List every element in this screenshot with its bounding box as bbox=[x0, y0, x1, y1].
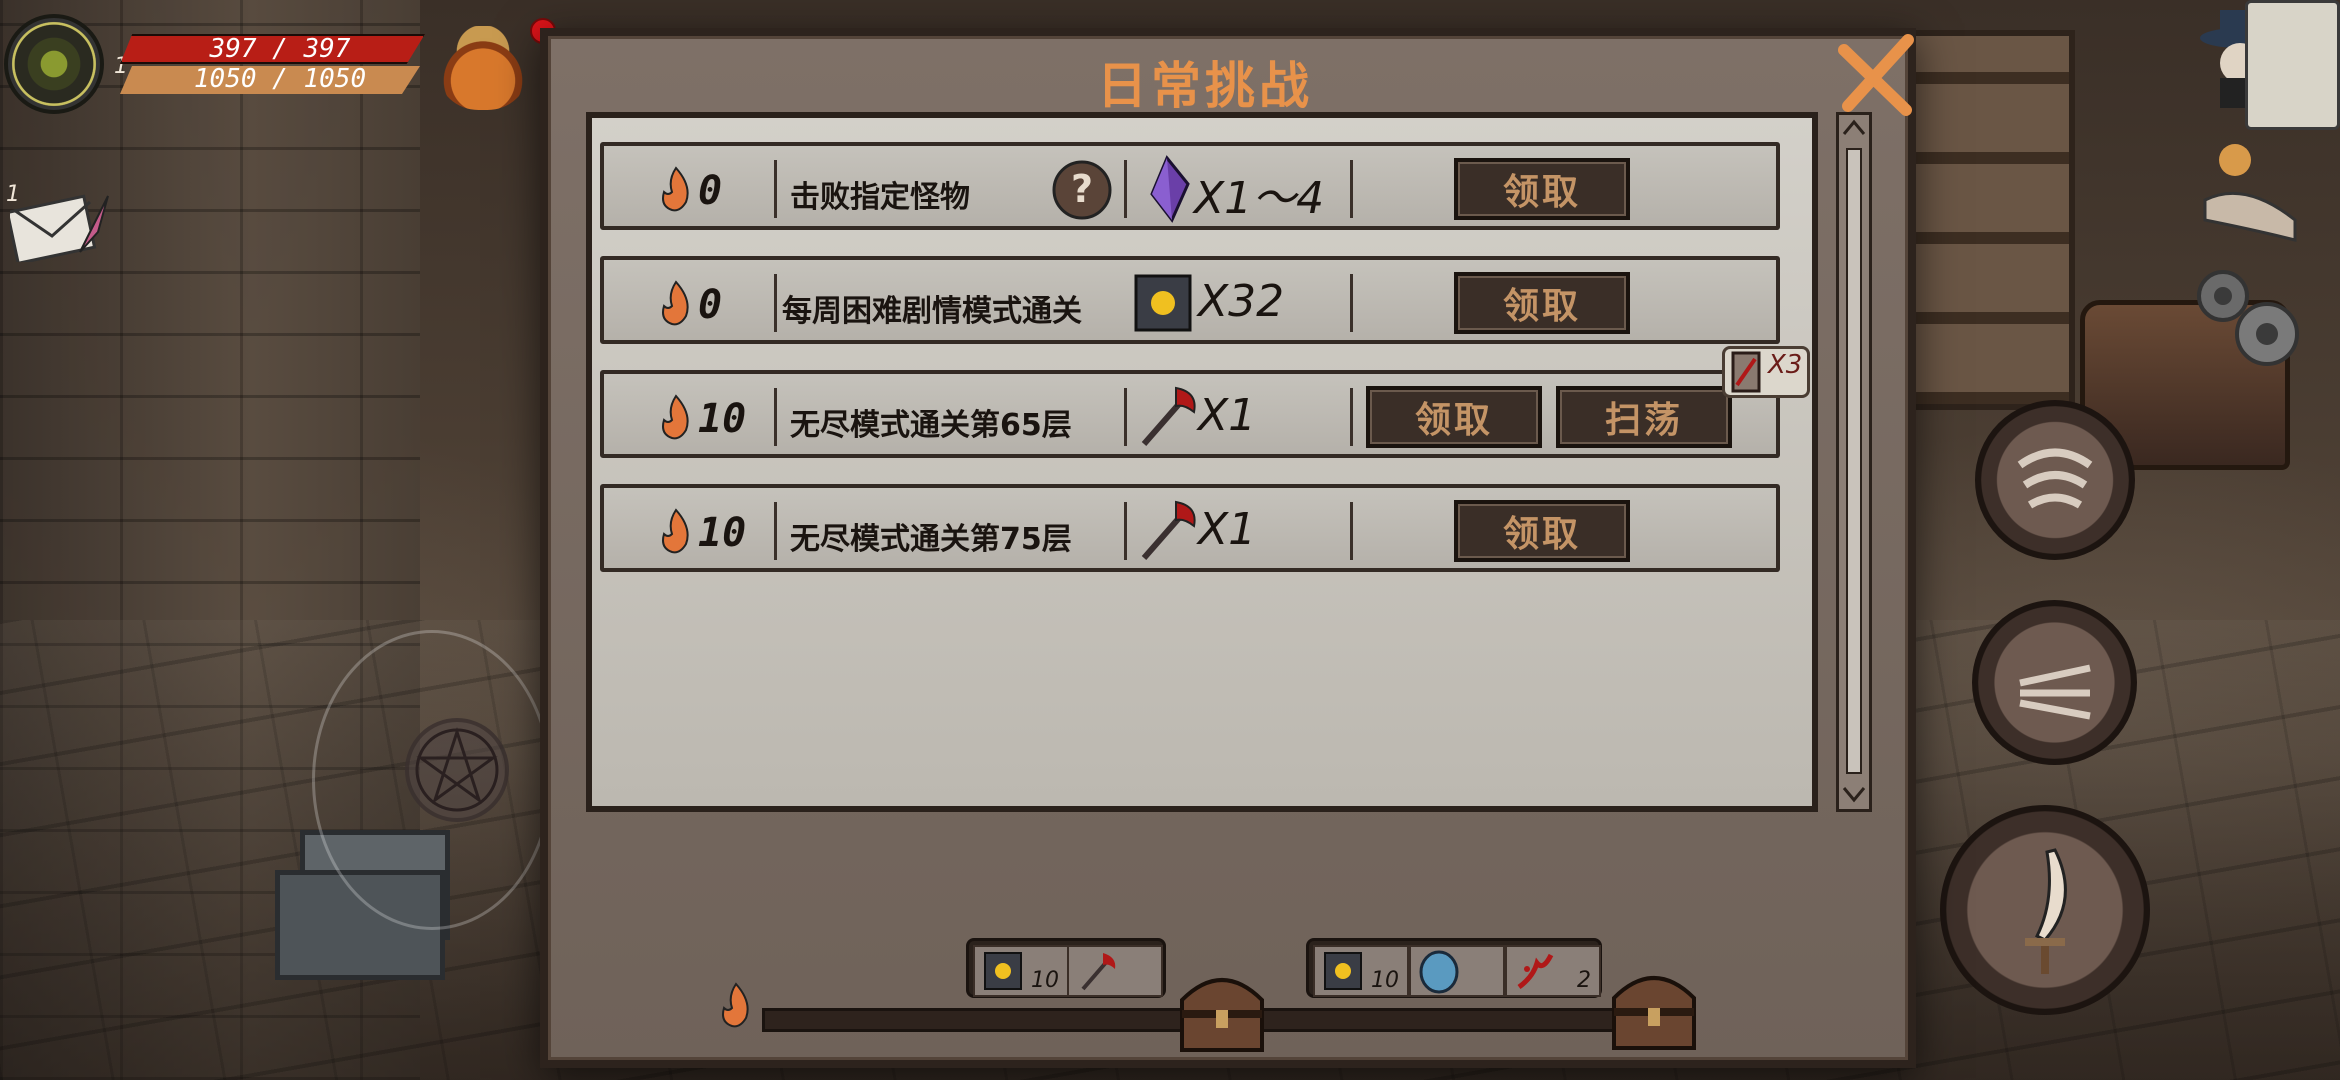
divider bbox=[774, 502, 777, 560]
blood-axe-icon bbox=[1081, 953, 1116, 991]
blood-splatter-icon bbox=[1517, 953, 1554, 990]
challenge-task: 无尽模式通关第75层 bbox=[790, 522, 1072, 557]
divider bbox=[1124, 388, 1127, 446]
milestone-reward-slot: 10 bbox=[973, 945, 1069, 997]
reward-quantity: 2 bbox=[1577, 968, 1591, 993]
reward-quantity: X1 bbox=[1198, 504, 1257, 555]
attack-dagger-button[interactable] bbox=[1940, 805, 2150, 1015]
reward-quantity: X1 bbox=[1198, 390, 1257, 441]
milestone-reward-slot: 2 bbox=[1505, 945, 1601, 997]
glowing-cube-icon bbox=[984, 952, 1022, 990]
pentagram-icon bbox=[415, 727, 499, 812]
joystick-knob[interactable] bbox=[405, 718, 509, 822]
reward-quantity: 10 bbox=[1031, 968, 1059, 993]
challenge-row: 10 无尽模式通关第75层 X1 领取 bbox=[600, 484, 1780, 572]
milestone-reward-group[interactable]: 10 bbox=[966, 938, 1166, 998]
challenge-points: 10 bbox=[698, 396, 747, 442]
mp-text: 1050 / 1050 bbox=[193, 64, 367, 94]
challenge-row: 0 击败指定怪物 ? X1～4 领取 bbox=[600, 142, 1780, 230]
scroll-up-icon[interactable] bbox=[1838, 114, 1870, 142]
flame-icon bbox=[662, 508, 689, 554]
milestone-reward-slot bbox=[1409, 945, 1505, 997]
purple-crystal-icon bbox=[1150, 155, 1190, 223]
claim-button[interactable]: 领取 bbox=[1454, 500, 1630, 562]
svg-text:?: ? bbox=[1071, 167, 1093, 211]
taptap-badge[interactable] bbox=[2245, 0, 2340, 130]
milestone-reward-slot bbox=[1067, 945, 1163, 997]
milestone-reward-slot: 10 bbox=[1313, 945, 1409, 997]
reward-quantity: 10 bbox=[1371, 968, 1399, 993]
challenge-row: 10 无尽模式通关第65层 X1 领取 扫荡 bbox=[600, 370, 1780, 458]
divider bbox=[1350, 388, 1353, 446]
glowing-cube-icon bbox=[1324, 952, 1362, 990]
scroll-down-icon[interactable] bbox=[1838, 780, 1870, 808]
player-avatar[interactable] bbox=[4, 14, 104, 114]
mail-icon[interactable] bbox=[10, 192, 110, 262]
glowing-cube-icon bbox=[1134, 274, 1192, 332]
bookshelf bbox=[1905, 30, 2075, 410]
flame-icon bbox=[662, 280, 689, 326]
divider bbox=[774, 388, 777, 446]
skill-slash-button[interactable] bbox=[1972, 600, 2137, 765]
hand-offering-icon[interactable] bbox=[2195, 130, 2305, 250]
sweep-ticket-icon bbox=[1731, 351, 1761, 393]
divider bbox=[1124, 502, 1127, 560]
reward-quantity: X1～4 bbox=[1194, 173, 1325, 224]
challenge-points: 10 bbox=[698, 510, 747, 556]
flame-icon bbox=[662, 394, 689, 440]
divider bbox=[1350, 274, 1353, 332]
divider bbox=[774, 274, 777, 332]
close-button[interactable] bbox=[1836, 30, 1916, 120]
sweep-button[interactable]: 扫荡 bbox=[1556, 386, 1732, 448]
challenge-row: 0 每周困难剧情模式通关 X32 领取 bbox=[600, 256, 1780, 344]
challenge-task: 击败指定怪物 bbox=[790, 180, 970, 215]
scroll-track[interactable] bbox=[1846, 148, 1862, 774]
challenge-task: 无尽模式通关第65层 bbox=[790, 408, 1072, 443]
challenge-points: 0 bbox=[698, 168, 723, 214]
flame-icon bbox=[722, 982, 749, 1028]
claim-button[interactable]: 领取 bbox=[1366, 386, 1542, 448]
challenge-points: 0 bbox=[698, 282, 723, 328]
divider bbox=[774, 160, 777, 218]
divider bbox=[1124, 160, 1127, 218]
settings-gear-icon[interactable] bbox=[2185, 262, 2305, 372]
divider bbox=[1350, 160, 1353, 218]
divider bbox=[1350, 502, 1353, 560]
milestone-reward-group[interactable]: 10 2 bbox=[1306, 938, 1602, 998]
blood-axe-icon bbox=[1141, 500, 1196, 560]
milestone-chest-icon[interactable] bbox=[1604, 958, 1704, 1058]
panel-title: 日常挑战 bbox=[1097, 57, 1313, 115]
milestone-chest-icon[interactable] bbox=[1172, 960, 1272, 1060]
reward-quantity: X32 bbox=[1198, 276, 1285, 327]
flame-icon bbox=[662, 166, 689, 212]
blue-shield-icon bbox=[1419, 950, 1459, 994]
monster-hint-icon[interactable]: ? bbox=[1050, 158, 1114, 222]
close-icon bbox=[1838, 34, 1914, 116]
pumpkin-event-icon[interactable] bbox=[438, 26, 528, 110]
sweep-ticket-count: X3 bbox=[1768, 350, 1803, 380]
dagger-icon bbox=[2025, 848, 2067, 974]
blood-axe-icon bbox=[1141, 386, 1196, 446]
slash-icon bbox=[2018, 664, 2091, 719]
skill-whirlwind-button[interactable] bbox=[1975, 400, 2135, 560]
claim-button[interactable]: 领取 bbox=[1454, 272, 1630, 334]
hp-text: 397 / 397 bbox=[209, 34, 351, 64]
claim-button[interactable]: 领取 bbox=[1454, 158, 1630, 220]
challenge-task: 每周困难剧情模式通关 bbox=[782, 294, 1082, 329]
whirlwind-icon bbox=[2017, 448, 2093, 509]
